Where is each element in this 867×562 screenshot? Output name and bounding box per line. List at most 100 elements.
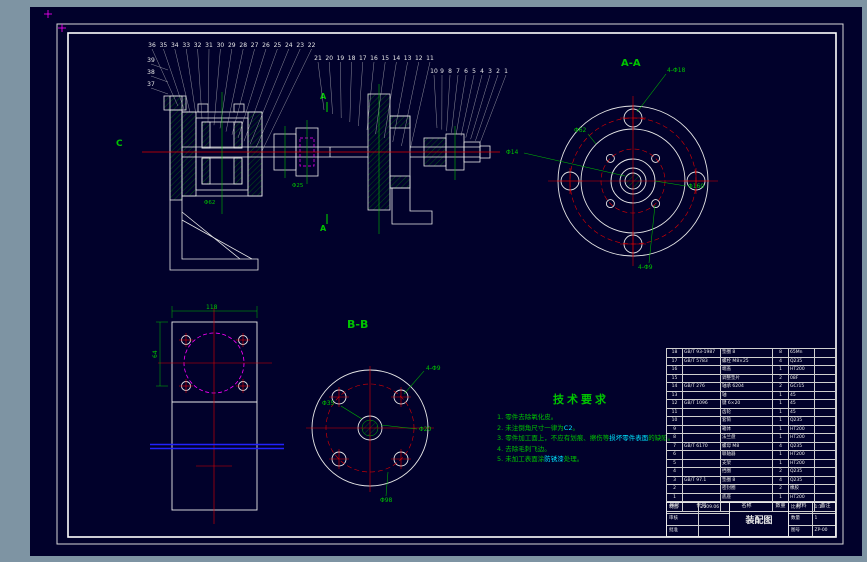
- callout-number: 14: [393, 55, 401, 62]
- plate-dim-label: 118: [206, 304, 218, 311]
- callout-number: 32: [194, 42, 202, 49]
- bom-cell: [682, 390, 721, 400]
- bom-row: 10 套筒 1 Q235: [666, 416, 837, 426]
- bom-cell: 6: [666, 450, 683, 460]
- assembly-dim-label: Φ25: [292, 183, 304, 189]
- bom-row: 6 联轴器 1 HT200: [666, 450, 837, 460]
- bom-cell: [682, 373, 721, 383]
- bom-row: 13 轴 1 45: [666, 390, 837, 400]
- callout-leader-line: [358, 61, 363, 127]
- bom-cell: 2: [772, 382, 789, 392]
- bom-cell: 16: [666, 365, 683, 375]
- bom-cell: 7: [666, 441, 683, 451]
- callout-number: 16: [370, 55, 378, 62]
- bom-row: 3 GB/T 97.1 垫圈 8 4 Q235: [666, 475, 837, 485]
- aa-dim-label: 4-Φ9: [638, 264, 653, 271]
- callout-number: 9: [440, 68, 444, 75]
- tech-note: 3. 零件加工面上，不应有划痕、擦伤等损坏零件表面的缺陷。: [497, 433, 674, 444]
- bom-cell: 1: [666, 492, 683, 502]
- bom-row: 5 支架 1 HT200: [666, 458, 837, 468]
- bom-row: 18 GB/T 93-1987 垫圈 8 8 65Mn: [666, 348, 837, 358]
- bom-row: 1 底座 1 HT200: [666, 492, 837, 502]
- bom-cell: [814, 373, 837, 383]
- bom-cell: GB/T 93-1987: [682, 348, 721, 358]
- bom-cell: 1: [772, 424, 789, 434]
- callout-number: 15: [381, 55, 389, 62]
- callout-leader-line: [409, 61, 431, 151]
- callout-leader-line: [255, 48, 301, 148]
- bom-table: 18 GB/T 93-1987 垫圈 8 8 65Mn 17 GB/T 5783 螺栓 M8×…: [666, 348, 837, 512]
- bom-cell: 12: [666, 399, 683, 409]
- titleblock-label: 数量: [789, 514, 813, 525]
- section-a-label-bottom: A: [320, 224, 327, 233]
- bom-row: 8 法兰盘 1 HT200: [666, 433, 837, 443]
- title-block-info: 比例 1:1 数量 1 图号 ZP-00: [789, 503, 835, 536]
- cad-drawing-preview: C A A Φ62 Φ25 36 35 34 33 32 31 30 29 28 27 26 25 24…: [0, 0, 867, 562]
- callout-number: 24: [285, 42, 293, 49]
- bom-row: 17 GB/T 5783 螺栓 M8×25 4 Q235: [666, 356, 837, 366]
- bom-cell: 挡圈: [720, 467, 773, 477]
- bom-cell: 45: [788, 399, 815, 409]
- callout-leader-line: [219, 48, 232, 129]
- titleblock-label: 制图: [667, 503, 699, 514]
- bom-cell: 垫圈 8: [720, 348, 773, 358]
- bom-cell: 2: [772, 484, 789, 494]
- plate-blue-lines: [150, 443, 284, 450]
- bom-cell: [814, 467, 837, 477]
- tech-note-text: 3. 零件加工面上，不应有划痕、擦伤等: [497, 434, 610, 442]
- callout-leader-line: [150, 87, 169, 95]
- bom-cell: [682, 458, 721, 468]
- callout-number: 21: [314, 55, 322, 62]
- bom-cell: 1: [772, 433, 789, 443]
- bom-row: 4 挡圈 2 Q235: [666, 467, 837, 477]
- bom-cell: 08F: [788, 373, 815, 383]
- bom-cell: 4: [772, 475, 789, 485]
- callout-leader-line: [317, 61, 325, 111]
- bom-cell: GCr15: [788, 382, 815, 392]
- callout-number: 36: [148, 42, 156, 49]
- callout-number: 7: [456, 68, 460, 75]
- bom-cell: Q235: [788, 441, 815, 451]
- tech-note-text: 4. 去除毛刺飞边。: [497, 444, 551, 453]
- callout-leader-line: [480, 74, 507, 143]
- bom-cell: GB/T 276: [682, 382, 721, 392]
- bom-cell: [814, 475, 837, 485]
- bom-cell: 轴承 6204: [720, 382, 773, 392]
- tech-note: 1. 零件去除氧化皮。: [497, 412, 665, 423]
- section-view-aa: A-A 4-Φ18 Φ14 Φ62 Φ160 4-Φ9: [506, 58, 718, 271]
- bom-cell: [814, 424, 837, 434]
- part-callouts: 36 35 34 33 32 31 30 29 28 27 26 25 24 23 2221 20 19 18 17…: [147, 42, 508, 151]
- bom-cell: 45: [788, 407, 815, 417]
- bom-cell: Q235: [788, 475, 815, 485]
- callout-leader-line: [213, 48, 221, 126]
- callout-leader-line: [329, 61, 333, 115]
- callout-number: 22: [308, 42, 316, 49]
- bom-cell: 支架: [720, 458, 773, 468]
- bom-cell: [814, 399, 837, 409]
- titleblock-value: 1: [814, 516, 818, 522]
- callout-number: 6: [464, 68, 468, 75]
- bom-cell: 套筒: [720, 416, 773, 426]
- bom-cell: 4: [772, 441, 789, 451]
- callout-number: 28: [239, 42, 247, 49]
- tech-title: 技术要求: [553, 393, 609, 406]
- aa-dim-label: Φ14: [506, 149, 519, 156]
- tech-note-text: 2. 未注倒角尺寸一律为: [497, 423, 564, 432]
- plate-centerlines: [158, 308, 272, 524]
- bom-cell: GB/T 5783: [682, 356, 721, 366]
- aa-dim-label: Φ62: [574, 127, 587, 134]
- bom-cell: Q235: [788, 467, 815, 477]
- bom-cell: 轴: [720, 390, 773, 400]
- bom-cell: 4: [772, 356, 789, 366]
- callout-leader-line: [207, 48, 210, 123]
- titleblock-value: [699, 514, 730, 524]
- bom-cell: 螺母 M8: [720, 441, 773, 451]
- callout-number: 13: [404, 55, 412, 62]
- centering-mark: [44, 10, 66, 32]
- bb-leader-lines: [340, 370, 425, 497]
- bom-cell: HT200: [788, 450, 815, 460]
- titleblock-label: 批准: [667, 525, 699, 536]
- callout-number: 20: [325, 55, 333, 62]
- view-bb-title: B-B: [347, 318, 368, 331]
- bom-row: 16 端盖 1 HT200: [666, 365, 837, 375]
